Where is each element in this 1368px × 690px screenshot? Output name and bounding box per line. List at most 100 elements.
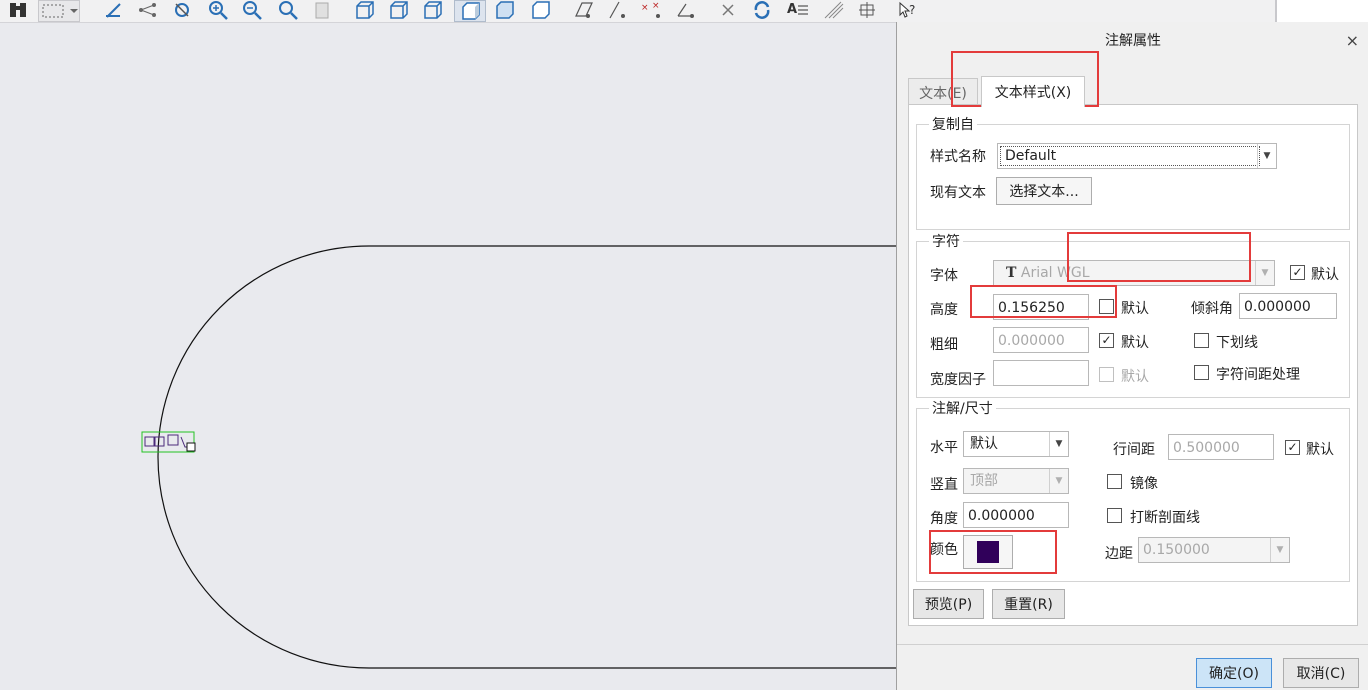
kerning-label: 字符间距处理	[1216, 367, 1300, 383]
note-glyph	[167, 434, 179, 446]
slot-outline	[157, 245, 896, 669]
dialog-title: 注解属性	[1105, 32, 1161, 49]
angle-label: 角度	[930, 511, 958, 527]
close-icon[interactable]: ×	[1346, 31, 1359, 50]
tab-text-style-label: 文本样式(X)	[994, 85, 1072, 101]
width-factor-label: 宽度因子	[930, 372, 986, 388]
line-spacing-default-checkbox[interactable]: ✓	[1285, 440, 1300, 455]
reset-button-label: 重置(R)	[1004, 597, 1053, 613]
select-text-button[interactable]: 选择文本...	[996, 177, 1092, 205]
vertical-select[interactable]: 顶部 ▼	[963, 468, 1069, 494]
line-spacing-label: 行间距	[1113, 442, 1155, 458]
hidden-line-icon[interactable]	[386, 0, 410, 20]
drawing-canvas[interactable]	[0, 23, 896, 690]
font-label: 字体	[930, 268, 958, 284]
horizontal-select[interactable]: 默认 ▼	[963, 431, 1069, 457]
svg-text:A: A	[787, 2, 797, 17]
note-glyph	[154, 436, 165, 447]
thickness-label: 粗细	[930, 337, 958, 353]
highlight-height-box	[970, 285, 1117, 318]
chevron-down-icon: ▼	[1049, 469, 1068, 493]
vertical-label: 竖直	[930, 477, 958, 493]
reset-button[interactable]: 重置(R)	[992, 589, 1065, 619]
text-style-icon[interactable]: A	[786, 0, 810, 20]
highlight-color-box	[929, 530, 1057, 574]
line-spacing-input[interactable]: 0.500000	[1168, 434, 1274, 460]
ok-button-label: 确定(O)	[1209, 666, 1259, 682]
cancel-button-label: 取消(C)	[1296, 666, 1346, 682]
font-default-checkbox[interactable]: ✓	[1290, 265, 1305, 280]
font-type-icon: T	[1006, 265, 1017, 281]
chevron-down-icon: ▼	[1255, 261, 1274, 285]
vertical-value: 顶部	[970, 473, 998, 489]
cancel-button[interactable]: 取消(C)	[1283, 658, 1359, 688]
thickness-default-label: 默认	[1121, 335, 1149, 351]
annotation-icon[interactable]	[856, 0, 880, 20]
sketch-icon[interactable]	[102, 0, 126, 20]
select-text-button-label: 选择文本...	[1009, 184, 1079, 200]
axis-display-icon[interactable]	[606, 0, 630, 20]
zoom-out-icon[interactable]	[240, 0, 264, 20]
svg-text:×: ×	[652, 1, 660, 11]
plane-display-icon[interactable]	[572, 0, 596, 20]
style-name-select[interactable]: Default ▼	[997, 143, 1277, 169]
shading-icon[interactable]	[454, 0, 486, 22]
hatch-icon[interactable]	[822, 0, 846, 20]
underline-label: 下划线	[1216, 335, 1258, 351]
select-box-icon[interactable]	[38, 0, 80, 22]
copy-from-group: 复制自 样式名称 Default ▼ 现有文本 选择文本...	[916, 114, 1350, 230]
binoculars-icon[interactable]	[6, 0, 30, 20]
thickness-input[interactable]: 0.000000	[993, 327, 1089, 353]
delete-icon[interactable]	[716, 0, 740, 20]
style-name-label: 样式名称	[930, 149, 986, 165]
sketch-geometry	[141, 245, 896, 669]
repaint-icon[interactable]	[170, 0, 194, 20]
highlight-font-box	[1067, 232, 1251, 282]
height-label: 高度	[930, 302, 958, 318]
preview-button-label: 预览(P)	[924, 597, 973, 613]
tab-text-style[interactable]: 文本样式(X)	[981, 76, 1085, 107]
footer-divider	[897, 644, 1368, 645]
zoom-in-icon[interactable]	[206, 0, 230, 20]
font-default-label: 默认	[1311, 267, 1339, 283]
width-default-checkbox[interactable]	[1099, 367, 1114, 382]
height-default-label: 默认	[1121, 301, 1149, 317]
group-label: 注解/尺寸	[929, 398, 996, 418]
nodes-icon[interactable]	[136, 0, 160, 20]
csys-display-icon[interactable]	[674, 0, 698, 20]
break-hatch-checkbox[interactable]	[1107, 508, 1122, 523]
horizontal-value: 默认	[970, 436, 998, 452]
margin-value: 0.150000	[1143, 542, 1210, 558]
no-hidden-icon[interactable]	[420, 0, 444, 20]
margin-select[interactable]: 0.150000 ▼	[1138, 537, 1290, 563]
thickness-default-checkbox[interactable]: ✓	[1099, 333, 1114, 348]
slant-angle-input[interactable]: 0.000000	[1239, 293, 1337, 319]
existing-text-label: 现有文本	[930, 185, 986, 201]
ok-button[interactable]: 确定(O)	[1196, 658, 1272, 688]
saved-view-icon[interactable]	[310, 0, 334, 20]
width-default-label: 默认	[1121, 369, 1149, 385]
wireframe-icon[interactable]	[352, 0, 376, 20]
help-icon[interactable]: ?	[896, 0, 920, 20]
underline-checkbox[interactable]	[1194, 333, 1209, 348]
preview-button[interactable]: 预览(P)	[913, 589, 984, 619]
group-label: 复制自	[929, 114, 977, 134]
group-label: 字符	[929, 231, 963, 251]
mirror-checkbox[interactable]	[1107, 474, 1122, 489]
horizontal-label: 水平	[930, 440, 958, 456]
refresh-icon[interactable]	[750, 0, 774, 20]
zoom-fit-icon[interactable]	[276, 0, 300, 20]
note-glyph	[144, 436, 155, 447]
angle-input[interactable]: 0.000000	[963, 502, 1069, 528]
style-name-value: Default	[1000, 146, 1260, 166]
point-display-icon[interactable]: × ×	[640, 0, 664, 20]
kerning-checkbox[interactable]	[1194, 365, 1209, 380]
chevron-down-icon: ▼	[1270, 538, 1289, 562]
width-factor-input[interactable]	[993, 360, 1089, 386]
shaded-edges-icon[interactable]	[492, 0, 516, 20]
shading-reflections-icon[interactable]	[528, 0, 552, 20]
break-hatch-label: 打断剖面线	[1130, 510, 1200, 526]
note-handle[interactable]	[186, 442, 196, 452]
svg-text:×: ×	[641, 3, 649, 13]
slant-angle-label: 倾斜角	[1191, 301, 1233, 317]
